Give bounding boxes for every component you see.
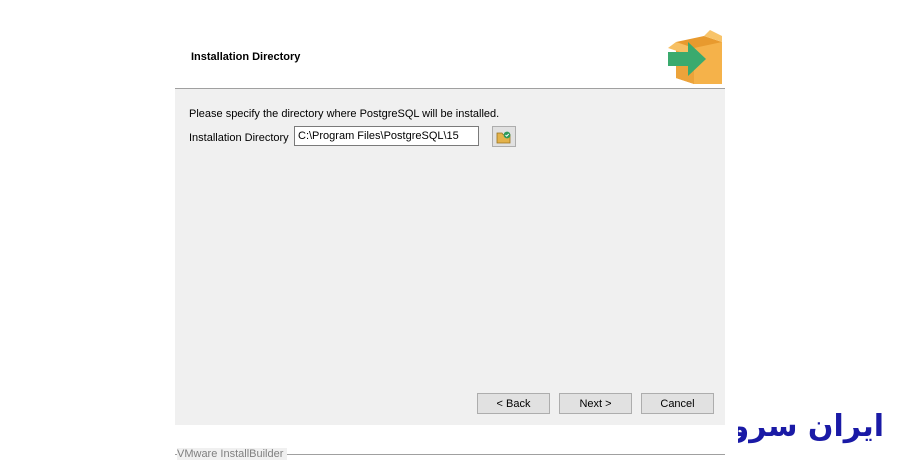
- installation-directory-label: Installation Directory: [189, 132, 289, 144]
- svg-text:ایران سرور: ایران سرور: [738, 409, 884, 444]
- browse-button[interactable]: [492, 126, 516, 147]
- next-button[interactable]: Next >: [559, 393, 632, 414]
- installation-directory-input[interactable]: [294, 126, 479, 146]
- instruction-text: Please specify the directory where Postg…: [189, 108, 500, 120]
- back-button[interactable]: < Back: [477, 393, 550, 414]
- package-arrow-icon: [668, 30, 722, 84]
- iranserver-logo: ایران سرور: [738, 409, 884, 444]
- folder-browse-icon: [496, 131, 511, 143]
- cancel-button[interactable]: Cancel: [641, 393, 714, 414]
- wizard-header: Installation Directory: [175, 20, 725, 89]
- branding-separator: VMware InstallBuilder: [175, 447, 725, 461]
- installer-window: Installation Directory Please specify th…: [175, 20, 725, 460]
- page-title: Installation Directory: [191, 51, 301, 63]
- wizard-content: Please specify the directory where Postg…: [175, 89, 725, 460]
